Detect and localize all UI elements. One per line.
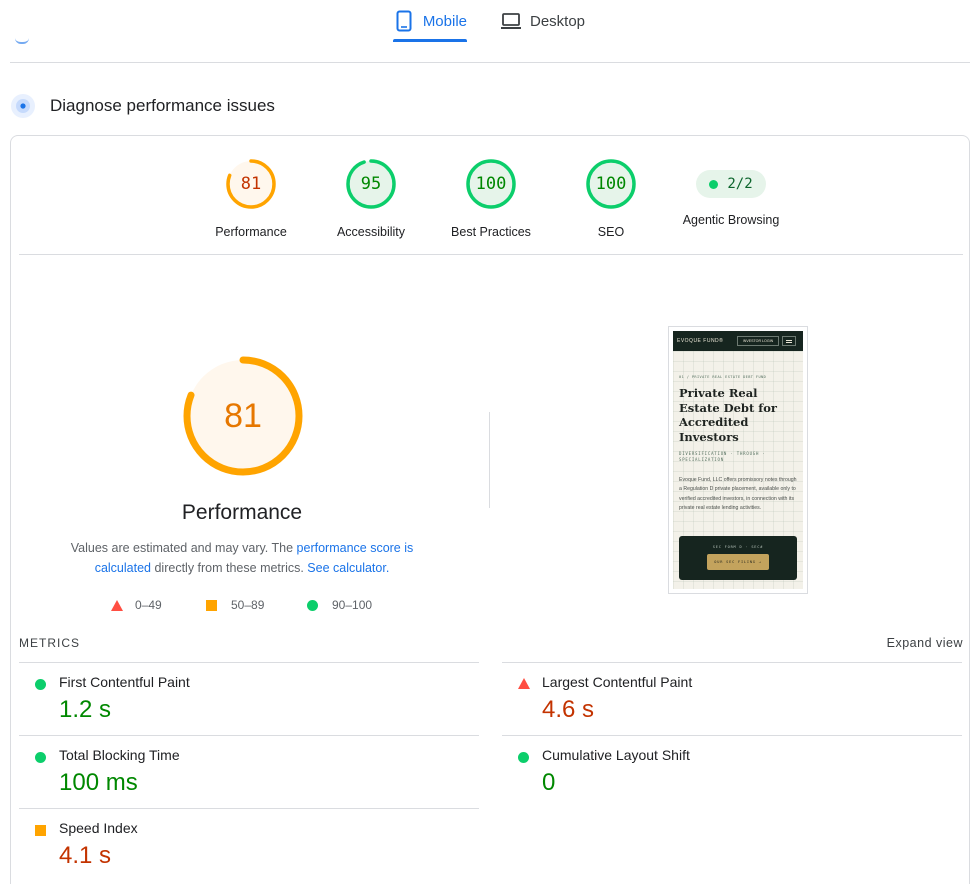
- fail-triangle-icon: [111, 599, 123, 611]
- preview-logo: EVOQUE FUND®: [677, 338, 724, 344]
- preview-login-button: INVESTOR LOGIN: [737, 336, 779, 346]
- preview-navbar: EVOQUE FUND® INVESTOR LOGIN: [673, 331, 803, 351]
- pass-dot-icon: [709, 179, 719, 189]
- gauge-agentic-browsing[interactable]: 2/2 Agentic Browsing: [671, 158, 791, 227]
- pass-circle-icon: [307, 599, 318, 611]
- gauge-performance-label: Performance: [215, 225, 287, 239]
- desc-text-2: directly from these metrics.: [151, 561, 308, 575]
- metric-name: Cumulative Layout Shift: [542, 747, 690, 763]
- agentic-pill: 2/2: [696, 170, 766, 198]
- gauge-seo-value: 100: [595, 174, 627, 194]
- preview-subheading: DIVERSIFICATION · THROUGH · SPECIALIZATI…: [679, 451, 766, 462]
- gauge-seo-label: SEO: [597, 225, 625, 239]
- legend-average-range: 50–89: [231, 598, 265, 612]
- final-screenshot[interactable]: EVOQUE FUND® INVESTOR LOGIN 01 / PRIVATE…: [668, 326, 808, 594]
- preview-cta-button: OUR SEC FILING →: [707, 554, 769, 570]
- page-preview: EVOQUE FUND® INVESTOR LOGIN 01 / PRIVATE…: [673, 331, 803, 589]
- preview-heading: Private Real Estate Debt for Accredited …: [679, 386, 777, 444]
- expand-view-button[interactable]: Expand view: [887, 636, 963, 650]
- metrics-header: METRICS Expand view: [19, 636, 963, 652]
- metric-largest-contentful-paint: Largest Contentful Paint 4.6 s: [502, 663, 962, 735]
- pass-circle-icon: [35, 679, 46, 690]
- metric-total-blocking-time: Total Blocking Time 100 ms: [19, 736, 479, 808]
- gauge-performance[interactable]: 81 Performance: [191, 158, 311, 239]
- gauge-accessibility[interactable]: 95 Accessibility: [311, 158, 431, 239]
- metric-name: First Contentful Paint: [59, 674, 190, 690]
- preview-body: Evoque Fund, LLC offers promissory notes…: [679, 477, 797, 512]
- active-tab-indicator: [393, 39, 467, 42]
- performance-divider: [489, 412, 490, 508]
- metric-value: 100 ms: [59, 769, 138, 796]
- diagnose-icon: [10, 93, 36, 119]
- fail-triangle-icon: [518, 678, 530, 689]
- metric-name: Total Blocking Time: [59, 747, 180, 763]
- section-title: Diagnose performance issues: [50, 96, 275, 115]
- gauge-best-practices-label: Best Practices: [451, 225, 531, 239]
- metric-value: 4.1 s: [59, 842, 112, 869]
- tab-mobile[interactable]: Mobile: [393, 0, 467, 42]
- agentic-value: 2/2: [727, 176, 753, 192]
- score-legend: 0–49 50–89 90–100: [111, 598, 391, 614]
- pass-circle-icon: [35, 752, 46, 763]
- performance-title: Performance: [181, 501, 303, 524]
- smartphone-icon: [393, 10, 415, 32]
- gauge-best-practices-value: 100: [475, 174, 507, 194]
- diagnose-header: Diagnose performance issues: [10, 92, 275, 120]
- gauge-accessibility-value: 95: [360, 174, 382, 194]
- average-square-icon: [206, 599, 217, 611]
- gauge-seo[interactable]: 100 SEO: [551, 158, 671, 239]
- tab-desktop[interactable]: Desktop: [500, 0, 596, 42]
- desc-text-1: Values are estimated and may vary. The: [70, 541, 297, 555]
- tab-desktop-label: Desktop: [530, 12, 586, 30]
- preview-crumb: 01 / PRIVATE REAL ESTATE DEBT FUND: [679, 375, 767, 379]
- metric-speed-index: Speed Index 4.1 s: [19, 809, 479, 881]
- metric-name: Speed Index: [59, 820, 138, 836]
- performance-description: Values are estimated and may vary. The p…: [51, 538, 433, 578]
- see-calculator-link[interactable]: See calculator.: [307, 561, 389, 575]
- report-card: 81 Performance 95 Accessibility 100 Best…: [10, 135, 970, 884]
- metric-first-contentful-paint: First Contentful Paint 1.2 s: [19, 663, 479, 735]
- performance-big-value: 81: [224, 397, 262, 435]
- metric-value: 4.6 s: [542, 696, 595, 723]
- metric-value: 1.2 s: [59, 696, 112, 723]
- tab-mobile-label: Mobile: [422, 12, 467, 30]
- gauge-best-practices[interactable]: 100 Best Practices: [431, 158, 551, 239]
- legend-pass: 90–100: [307, 598, 372, 612]
- legend-fail: 0–49: [111, 598, 162, 612]
- laptop-icon: [500, 10, 522, 32]
- agentic-label: Agentic Browsing: [682, 213, 780, 227]
- legend-fail-range: 0–49: [135, 598, 162, 612]
- metric-cumulative-layout-shift: Cumulative Layout Shift 0: [502, 736, 962, 808]
- score-gauges: 81 Performance 95 Accessibility 100 Best…: [11, 158, 971, 239]
- average-square-icon: [35, 825, 46, 836]
- gauge-performance-value: 81: [240, 174, 262, 194]
- gauge-accessibility-label: Accessibility: [336, 225, 406, 239]
- preview-cta: SEC FORM D · SEC# OUR SEC FILING →: [679, 536, 797, 580]
- metric-name: Largest Contentful Paint: [542, 674, 693, 690]
- device-tabs: Mobile Desktop: [0, 0, 978, 44]
- metric-value: 0: [542, 769, 556, 796]
- preview-cta-label: SEC FORM D · SEC#: [712, 545, 764, 549]
- gauges-divider: [19, 254, 963, 255]
- pass-circle-icon: [518, 752, 529, 763]
- performance-big-gauge: 81: [181, 354, 305, 478]
- metrics-title: METRICS: [19, 636, 80, 650]
- preview-menu-icon: [782, 336, 796, 346]
- legend-pass-range: 90–100: [332, 598, 373, 612]
- tabs-divider: [10, 62, 970, 63]
- legend-average: 50–89: [206, 598, 264, 612]
